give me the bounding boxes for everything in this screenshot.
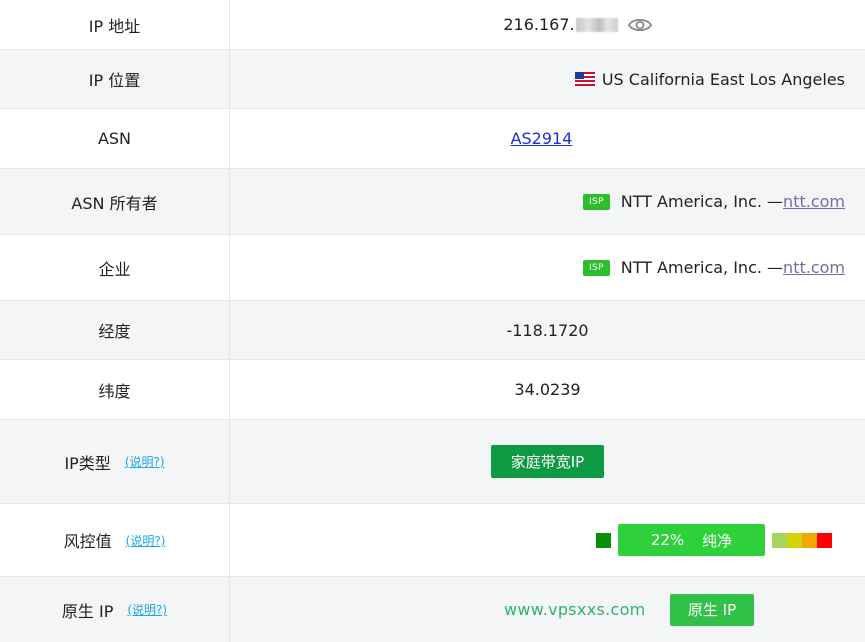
value-ip-location-cell: US California East Los Angeles	[230, 50, 865, 108]
risk-score-bar: 22% 纯净	[618, 524, 765, 556]
enterprise-domain-link[interactable]: ntt.com	[783, 258, 845, 277]
ip-location-value: US California East Los Angeles	[601, 69, 845, 89]
row-latitude: 纬度 34.0239	[0, 360, 865, 420]
label-ip-type: IP类型	[64, 453, 111, 473]
row-ip-location: IP 位置 US California East Los Angeles	[0, 50, 865, 109]
asn-owner-company: NTT America, Inc. —	[620, 192, 784, 211]
label-asn-owner: ASN 所有者	[0, 169, 230, 234]
native-ip-button[interactable]: 原生 IP	[670, 593, 754, 626]
label-native-ip-cell: 原生 IP (说明?)	[0, 577, 230, 642]
risk-help-link[interactable]: (说明?)	[126, 532, 166, 549]
label-risk-cell: 风控值 (说明?)	[0, 504, 230, 576]
row-asn: ASN AS2914	[0, 109, 865, 169]
asn-owner-domain-link[interactable]: ntt.com	[783, 192, 845, 211]
risk-score-percent: 22%	[650, 531, 685, 549]
value-latitude-cell: 34.0239	[230, 360, 865, 419]
risk-scale-critical	[817, 532, 832, 548]
isp-badge: ISP	[583, 259, 610, 276]
label-longitude: 经度	[0, 301, 230, 359]
isp-badge: ISP	[583, 193, 610, 210]
ip-info-table: IP 地址 216.167. IP 位置 US California East …	[0, 0, 865, 642]
row-risk-score: 风控值 (说明?) 22% 纯净	[0, 504, 865, 577]
row-asn-owner: ASN 所有者 ISP NTT America, Inc. — ntt.com	[0, 169, 865, 235]
longitude-value: -118.1720	[506, 320, 589, 340]
risk-scale-medium	[787, 532, 802, 548]
label-enterprise: 企业	[0, 235, 230, 300]
value-asn-owner-cell: ISP NTT America, Inc. — ntt.com	[230, 169, 865, 234]
eye-icon[interactable]	[627, 16, 652, 34]
label-ip-location: IP 位置	[0, 50, 230, 108]
ip-type-help-link[interactable]: (说明?)	[125, 453, 165, 470]
label-ip-address: IP 地址	[0, 0, 230, 49]
value-longitude-cell: -118.1720	[230, 301, 865, 359]
watermark-text: www.vpsxxs.com	[504, 600, 646, 619]
risk-scale	[772, 532, 832, 548]
risk-indicator-square	[596, 532, 611, 548]
native-ip-help-link[interactable]: (说明?)	[127, 601, 167, 618]
row-longitude: 经度 -118.1720	[0, 301, 865, 360]
value-risk-cell: 22% 纯净	[230, 504, 865, 576]
row-enterprise: 企业 ISP NTT America, Inc. — ntt.com	[0, 235, 865, 301]
ip-address-value: 216.167.	[503, 15, 575, 34]
enterprise-company: NTT America, Inc. —	[620, 258, 784, 277]
risk-scale-low	[772, 532, 787, 548]
latitude-value: 34.0239	[514, 380, 581, 399]
asn-link[interactable]: AS2914	[511, 129, 573, 148]
value-enterprise-cell: ISP NTT America, Inc. — ntt.com	[230, 235, 865, 300]
value-asn-cell: AS2914	[230, 109, 865, 168]
risk-score-status: 纯净	[702, 531, 733, 550]
label-ip-type-cell: IP类型 (说明?)	[0, 420, 230, 503]
row-ip-type: IP类型 (说明?) 家庭带宽IP	[0, 420, 865, 504]
label-native-ip: 原生 IP	[61, 601, 114, 621]
row-native-ip: 原生 IP (说明?) www.vpsxxs.com 原生 IP	[0, 577, 865, 642]
label-risk: 风控值	[63, 532, 112, 551]
value-ip-type-cell: 家庭带宽IP	[230, 420, 865, 503]
risk-scale-high	[802, 532, 817, 548]
value-native-ip-cell: www.vpsxxs.com 原生 IP	[230, 577, 865, 642]
label-asn: ASN	[0, 109, 230, 168]
row-ip-address: IP 地址 216.167.	[0, 0, 865, 50]
ip-type-button[interactable]: 家庭带宽IP	[491, 445, 604, 478]
label-latitude: 纬度	[0, 360, 230, 419]
us-flag-icon	[574, 72, 595, 86]
ip-masked-part	[575, 17, 618, 32]
value-ip-address-cell: 216.167.	[230, 0, 865, 49]
